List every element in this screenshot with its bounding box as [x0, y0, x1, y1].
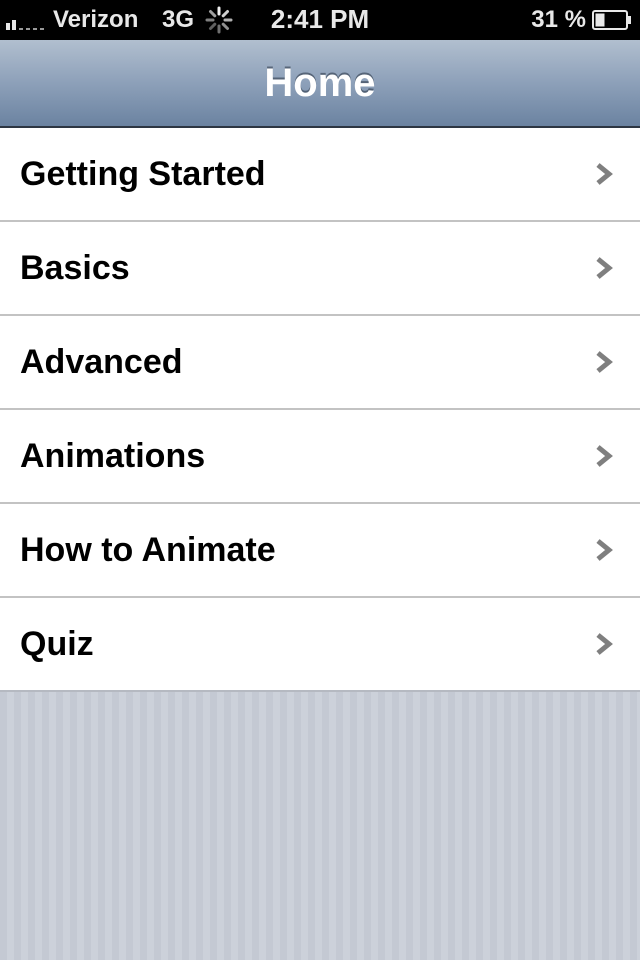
- menu-item-label: How to Animate: [20, 531, 276, 569]
- menu-item-label: Advanced: [20, 343, 183, 381]
- menu-item-quiz[interactable]: Quiz: [0, 598, 640, 692]
- chevron-right-icon: [596, 163, 613, 185]
- navigation-bar: Home: [0, 40, 640, 128]
- status-bar: Verizon 3G 2:41 PM 31 %: [0, 0, 640, 40]
- chevron-right-icon: [596, 445, 613, 467]
- menu-item-label: Animations: [20, 437, 206, 475]
- chevron-right-icon: [596, 351, 613, 373]
- battery-percentage: 31 %: [531, 6, 586, 33]
- menu-item-how-to-animate[interactable]: How to Animate: [0, 504, 640, 598]
- menu-item-basics[interactable]: Basics: [0, 222, 640, 316]
- menu-item-getting-started[interactable]: Getting Started: [0, 128, 640, 222]
- chevron-right-icon: [596, 633, 613, 655]
- chevron-right-icon: [596, 539, 613, 561]
- page-title: Home: [264, 61, 376, 105]
- menu-item-label: Basics: [20, 249, 130, 287]
- menu-list: Getting Started Basics Advanced Animatio…: [0, 128, 640, 692]
- menu-item-label: Getting Started: [20, 155, 266, 193]
- menu-item-label: Quiz: [20, 625, 94, 663]
- battery-icon: [592, 10, 631, 30]
- menu-item-advanced[interactable]: Advanced: [0, 316, 640, 410]
- menu-item-animations[interactable]: Animations: [0, 410, 640, 504]
- chevron-right-icon: [596, 257, 613, 279]
